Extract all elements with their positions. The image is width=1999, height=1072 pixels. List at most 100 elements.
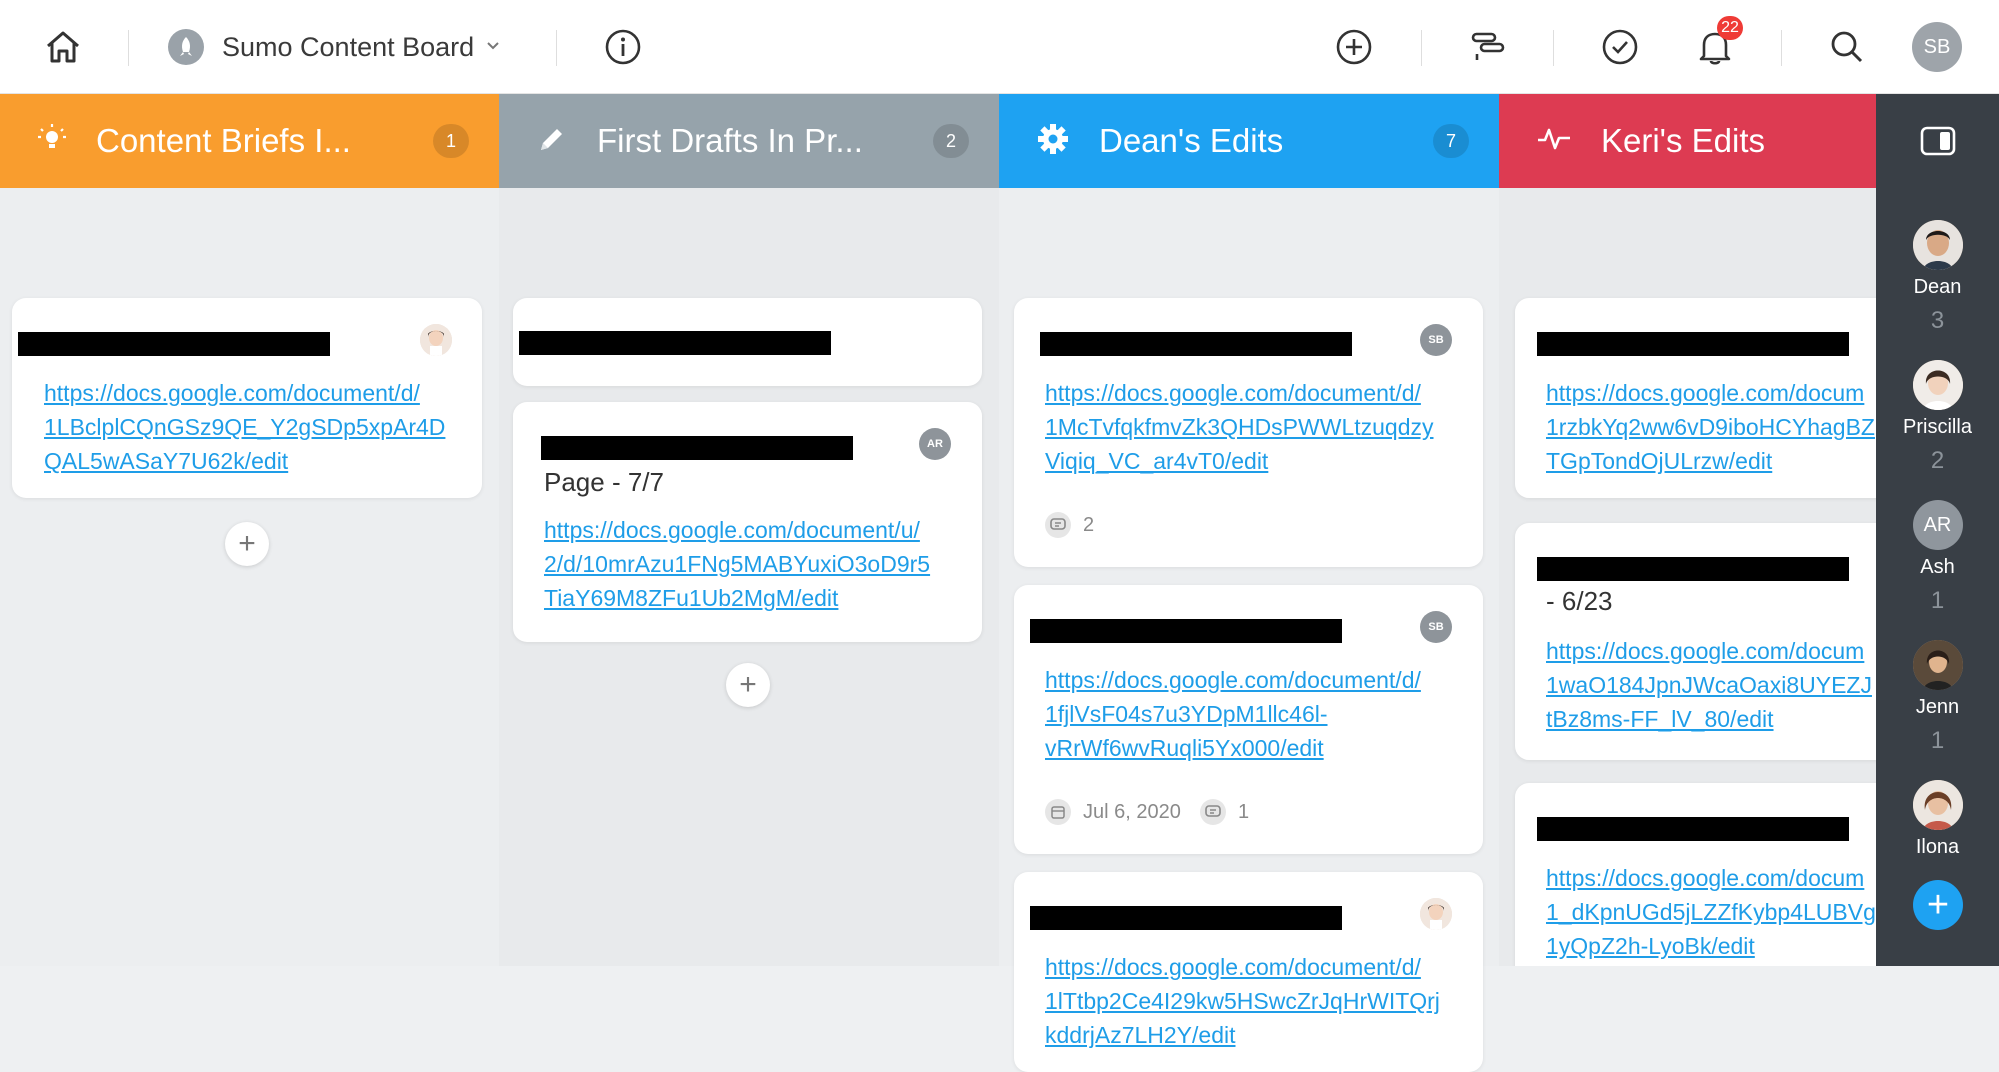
column-header[interactable]: Keri's Edits [1499, 94, 1876, 188]
member-card-count: 1 [1930, 727, 1945, 754]
comment-count: 1 [1200, 799, 1249, 825]
check-circle-icon[interactable] [1598, 0, 1642, 94]
redacted-title [1537, 332, 1849, 356]
member-name: Priscilla [1903, 416, 1972, 438]
card[interactable]: - 6/23 https://docs.google.com/docum 1wa… [1515, 523, 1876, 760]
card[interactable]: https://docs.google.com/document/d/ 1LBc… [12, 298, 482, 498]
column-body: SB https://docs.google.com/document/d/ 1… [999, 188, 1499, 1072]
column-body: AR Page - 7/7 https://docs.google.com/do… [499, 188, 999, 966]
pencil-icon [537, 124, 567, 159]
member-avatar: AR [1912, 500, 1963, 550]
column-deans-edits: Dean's Edits 7 SB https://docs.google.co… [999, 94, 1499, 1072]
member-ash[interactable]: AR Ash 1 [1876, 500, 1999, 615]
member-priscilla[interactable]: Priscilla 2 [1876, 360, 1999, 475]
timeline-icon[interactable] [1466, 0, 1510, 94]
info-icon[interactable] [601, 0, 645, 94]
redacted-title [519, 331, 831, 355]
card[interactable]: https://docs.google.com/docum 1rzbkYq2ww… [1515, 298, 1876, 498]
assignee-avatar: SB [1420, 611, 1452, 643]
assignee-avatar [420, 324, 452, 356]
user-avatar[interactable]: SB [1912, 0, 1962, 94]
card-link[interactable]: https://docs.google.com/docum 1waO184Jpn… [1546, 634, 1872, 736]
home-icon[interactable] [38, 0, 88, 94]
member-avatar [1912, 360, 1963, 410]
member-name: Dean [1913, 276, 1962, 298]
column-header[interactable]: First Drafts In Pr... 2 [499, 94, 999, 188]
column-title: First Drafts In Pr... [597, 122, 863, 159]
redacted-title [1040, 332, 1352, 356]
card-title-text: - 6/23 [1546, 586, 1613, 616]
card-link[interactable]: https://docs.google.com/document/d/ 1McT… [1045, 376, 1434, 478]
due-date: Jul 6, 2020 [1045, 799, 1181, 825]
member-card-count: 1 [1930, 587, 1945, 614]
column-header[interactable]: Content Briefs I... 1 [0, 94, 499, 188]
top-bar: Sumo Content Board 22 SB [0, 0, 1999, 94]
redacted-title [541, 436, 853, 460]
card[interactable]: AR Page - 7/7 https://docs.google.com/do… [513, 402, 982, 642]
divider [128, 30, 129, 66]
card[interactable]: SB https://docs.google.com/document/d/ 1… [1014, 298, 1483, 567]
column-count: 2 [933, 124, 969, 158]
column-body: https://docs.google.com/docum 1rzbkYq2ww… [1499, 188, 1876, 966]
search-icon[interactable] [1825, 0, 1869, 94]
card[interactable] [513, 298, 982, 386]
column-title: Keri's Edits [1601, 122, 1766, 159]
board-name: Sumo Content Board [222, 31, 475, 62]
lightbulb-icon [38, 123, 66, 160]
member-name: Ilona [1915, 836, 1960, 858]
bell-icon[interactable] [1693, 0, 1737, 94]
add-card-button[interactable]: + [225, 522, 269, 566]
card-link[interactable]: https://docs.google.com/docum 1rzbkYq2ww… [1546, 376, 1875, 478]
column-header[interactable]: Dean's Edits 7 [999, 94, 1499, 188]
assignee-avatar: SB [1420, 324, 1452, 356]
member-ilona[interactable]: Ilona [1876, 780, 1999, 859]
assignee-avatar [1420, 898, 1452, 930]
member-name: Jenn [1915, 696, 1960, 718]
chevron-down-icon [486, 38, 500, 56]
members-sidebar: Dean 3 Priscilla 2 AR Ash 1 Jenn 1 Ilona… [1876, 94, 1999, 966]
notification-badge: 22 [1717, 16, 1743, 40]
column-title: Dean's Edits [1099, 122, 1284, 159]
member-card-count: 2 [1930, 447, 1945, 474]
assignee-avatar: AR [919, 428, 951, 460]
divider [556, 30, 557, 66]
redacted-title [1030, 619, 1342, 643]
column-count: 7 [1433, 124, 1469, 158]
redacted-title [18, 332, 330, 356]
divider [1781, 30, 1782, 66]
pulse-icon [1537, 125, 1571, 158]
member-dean[interactable]: Dean 3 [1876, 220, 1999, 335]
column-title: Content Briefs I... [96, 122, 351, 159]
divider [1421, 30, 1422, 66]
divider [1553, 30, 1554, 66]
member-avatar [1912, 780, 1963, 830]
member-avatar [1912, 640, 1963, 690]
card-link[interactable]: https://docs.google.com/document/d/ 1LBc… [44, 376, 445, 478]
redacted-title [1537, 557, 1849, 581]
card[interactable]: SB https://docs.google.com/document/d/ 1… [1014, 585, 1483, 854]
redacted-title [1537, 817, 1849, 841]
calendar-icon [1045, 799, 1071, 825]
card-title-text: Page - 7/7 [544, 467, 664, 497]
card-link[interactable]: https://docs.google.com/document/u/ 2/d/… [544, 513, 930, 615]
member-card-count: 3 [1930, 307, 1945, 334]
card[interactable]: https://docs.google.com/document/d/ 1lTt… [1014, 872, 1483, 1072]
panel-toggle-icon[interactable] [1876, 94, 1999, 188]
card-link[interactable]: https://docs.google.com/document/d/ 1fjl… [1045, 663, 1421, 765]
card[interactable]: https://docs.google.com/docum 1_dKpnUGd5… [1515, 783, 1876, 966]
comment-icon [1045, 512, 1071, 538]
card-link[interactable]: https://docs.google.com/docum 1_dKpnUGd5… [1546, 861, 1876, 963]
rocket-icon [168, 29, 204, 65]
board-selector[interactable]: Sumo Content Board [168, 0, 500, 94]
add-card-button[interactable]: + [726, 663, 770, 707]
column-first-drafts: First Drafts In Pr... 2 AR Page - 7/7 ht… [499, 94, 999, 966]
card-link[interactable]: https://docs.google.com/document/d/ 1lTt… [1045, 950, 1440, 1052]
redacted-title [1030, 906, 1342, 930]
comment-icon [1200, 799, 1226, 825]
member-jenn[interactable]: Jenn 1 [1876, 640, 1999, 755]
column-keris-edits: Keri's Edits https://docs.google.com/doc… [1499, 94, 1876, 966]
column-body: https://docs.google.com/document/d/ 1LBc… [0, 188, 499, 966]
add-circle-icon[interactable] [1332, 0, 1376, 94]
add-member-button[interactable]: + [1913, 880, 1963, 930]
column-content-briefs: Content Briefs I... 1 https://docs.googl… [0, 94, 499, 966]
